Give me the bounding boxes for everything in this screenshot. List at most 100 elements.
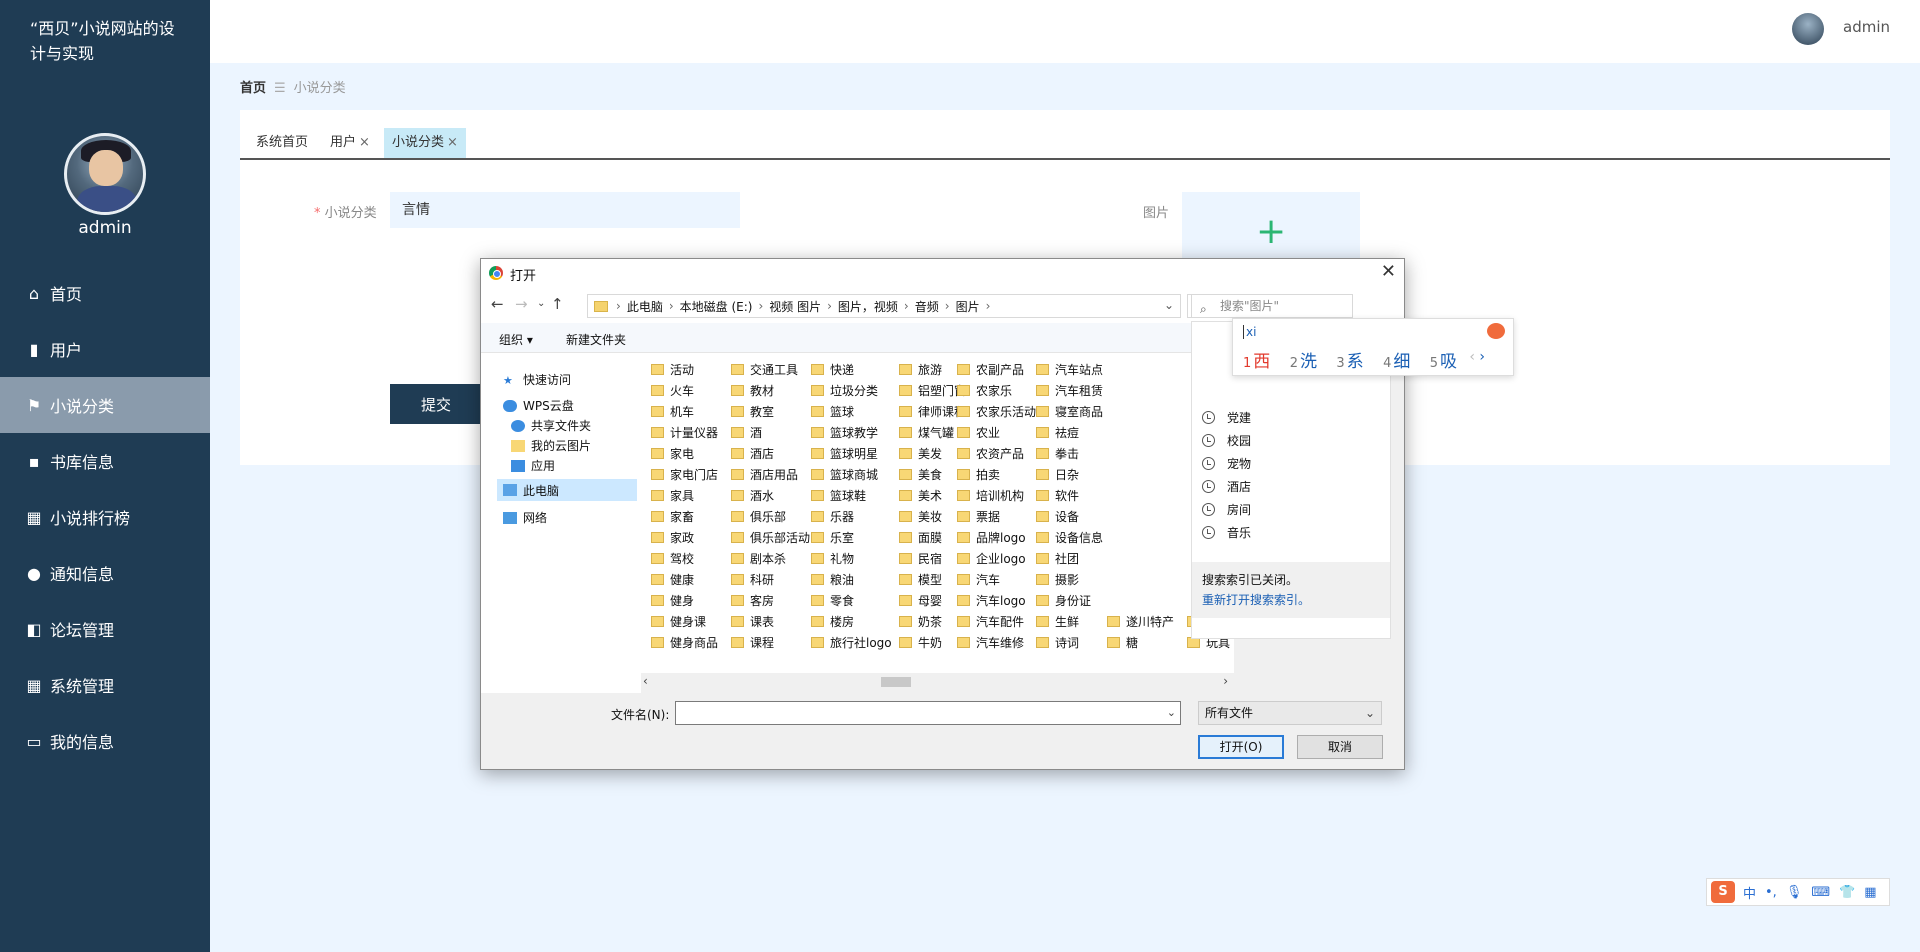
ime-candidate[interactable]: 4细 [1383,352,1410,372]
nav-wps-cloud[interactable]: WPS云盘 [503,397,574,414]
new-folder-button[interactable]: 新建文件夹 [566,331,626,348]
chevron-down-icon[interactable]: ⌄ [1164,298,1174,312]
tab-home[interactable]: 系统首页 [248,128,316,158]
history-item[interactable]: 房间 [1202,499,1251,519]
nav-my-cloud-images[interactable]: 我的云图片 [511,437,591,454]
folder-item[interactable]: 奶茶 [899,611,966,632]
folder-item[interactable]: 社团 [1036,548,1103,569]
folder-item[interactable]: 火车 [651,380,718,401]
folder-item[interactable]: 课表 [731,611,810,632]
folder-item[interactable]: 软件 [1036,485,1103,506]
organize-button[interactable]: 组织 ▾ [499,331,533,348]
address-bar[interactable]: › 此电脑 › 本地磁盘 (E:) › 视频 图片 › 图片，视频 › 音频 › 图片 › … [587,294,1181,318]
sidebar-item-home[interactable]: ⌂ 首页 [0,265,210,321]
folder-item[interactable]: 美发 [899,443,966,464]
folder-item[interactable]: 计量仪器 [651,422,718,443]
tab-category[interactable]: 小说分类 × [383,128,466,158]
filetype-select[interactable]: 所有文件 ⌄ [1198,701,1382,725]
up-icon[interactable]: ↑ [551,295,564,313]
chevron-down-icon[interactable]: ⌄ [1167,706,1176,719]
folder-item[interactable]: 客房 [731,590,810,611]
path-segment[interactable]: 图片，视频 [838,298,898,315]
folder-item[interactable]: 日杂 [1036,464,1103,485]
folder-item[interactable]: 家畜 [651,506,718,527]
folder-item[interactable]: 身份证 [1036,590,1103,611]
folder-item[interactable]: 农资产品 [957,443,1036,464]
folder-item[interactable]: 健身课 [651,611,718,632]
folder-item[interactable]: 拍卖 [957,464,1036,485]
sidebar-item-system[interactable]: ▦ 系统管理 [0,657,210,713]
open-button[interactable]: 打开(O) [1198,735,1284,759]
apps-icon[interactable]: ▦ [1864,885,1876,900]
folder-item[interactable]: 汽车 [957,569,1036,590]
reopen-index-link[interactable]: 重新打开搜索索引。 [1202,591,1380,608]
folder-item[interactable]: 煤气罐 [899,422,966,443]
folder-item[interactable]: 企业logo [957,548,1036,569]
folder-item[interactable]: 设备 [1036,506,1103,527]
scroll-thumb[interactable] [881,677,911,687]
cancel-button[interactable]: 取消 [1297,735,1383,759]
nav-shared-folder[interactable]: 共享文件夹 [511,417,591,434]
path-segment[interactable]: 图片 [956,298,980,315]
folder-item[interactable]: 酒水 [731,485,810,506]
folder-item[interactable]: 交通工具 [731,359,810,380]
folder-item[interactable]: 美妆 [899,506,966,527]
folder-item[interactable]: 机车 [651,401,718,422]
ime-page-arrows[interactable]: ‹ › [1469,349,1485,365]
keyboard-icon[interactable]: ⌨ [1811,885,1830,900]
recent-dropdown-icon[interactable]: ⌄ [537,298,545,309]
folder-item[interactable]: 篮球教学 [811,422,892,443]
folder-item[interactable]: 培训机构 [957,485,1036,506]
folder-item[interactable]: 汽车配件 [957,611,1036,632]
sidebar-item-profile[interactable]: ▭ 我的信息 [0,713,210,769]
folder-item[interactable]: 健身 [651,590,718,611]
ime-candidate[interactable]: 3系 [1336,352,1363,372]
folder-item[interactable]: 旅游 [899,359,966,380]
folder-item[interactable]: 家电门店 [651,464,718,485]
folder-item[interactable]: 酒 [731,422,810,443]
punctuation-icon[interactable]: •, [1765,885,1777,900]
horizontal-scrollbar[interactable]: ‹ › [641,673,1234,691]
close-icon[interactable]: × [447,135,458,150]
ime-mode[interactable]: 中 [1743,883,1756,902]
microphone-icon[interactable]: 🎙 [1786,885,1803,900]
folder-item[interactable]: 课程 [731,632,810,653]
header-avatar[interactable] [1792,13,1824,45]
folder-item[interactable]: 拳击 [1036,443,1103,464]
sidebar-item-notice[interactable]: ● 通知信息 [0,545,210,601]
folder-item[interactable]: 乐器 [811,506,892,527]
folder-item[interactable]: 农副产品 [957,359,1036,380]
folder-item[interactable]: 汽车logo [957,590,1036,611]
folder-item[interactable]: 健康 [651,569,718,590]
folder-item[interactable]: 民宿 [899,548,966,569]
folder-item[interactable]: 快递 [811,359,892,380]
folder-item[interactable]: 牛奶 [899,632,966,653]
sidebar-item-ranking[interactable]: ▦ 小说排行榜 [0,489,210,545]
folder-item[interactable]: 俱乐部活动 [731,527,810,548]
submit-button[interactable]: 提交 [390,384,482,424]
folder-item[interactable]: 家具 [651,485,718,506]
folder-item[interactable]: 品牌logo [957,527,1036,548]
folder-item[interactable]: 粮油 [811,569,892,590]
nav-apps[interactable]: 应用 [511,457,555,474]
history-item[interactable]: 宠物 [1202,453,1251,473]
path-segment[interactable]: 视频 图片 [769,298,821,315]
sidebar-item-user[interactable]: ▮ 用户 [0,321,210,377]
folder-item[interactable]: 面膜 [899,527,966,548]
history-item[interactable]: 酒店 [1202,476,1251,496]
sogou-logo-icon[interactable]: S [1711,881,1735,903]
folder-item[interactable]: 汽车维修 [957,632,1036,653]
nav-network[interactable]: 网络 [503,509,547,526]
folder-item[interactable]: 农业 [957,422,1036,443]
header-username[interactable]: admin [1843,18,1890,36]
folder-item[interactable]: 遂川特产 [1107,611,1174,632]
ime-candidate[interactable]: 2洗 [1290,352,1317,372]
folder-item[interactable]: 剧本杀 [731,548,810,569]
folder-item[interactable]: 美食 [899,464,966,485]
filename-input[interactable]: ⌄ [675,701,1181,725]
history-item[interactable]: 党建 [1202,407,1251,427]
breadcrumb-home[interactable]: 首页 [240,81,266,96]
path-segment[interactable]: 音频 [915,298,939,315]
folder-item[interactable]: 汽车租赁 [1036,380,1103,401]
nav-this-pc[interactable]: 此电脑 [497,479,637,501]
